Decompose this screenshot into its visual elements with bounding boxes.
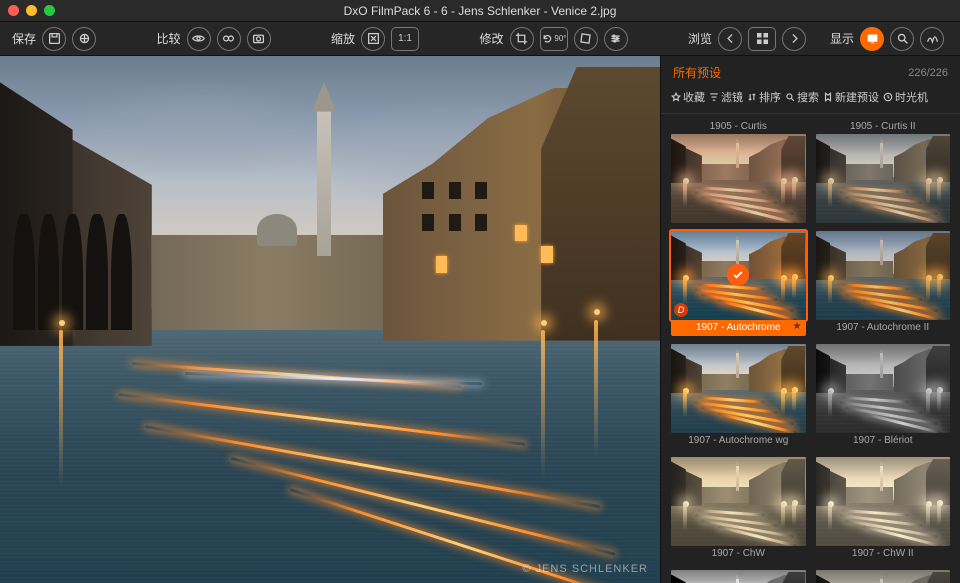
sidebar-title: 所有预设 <box>673 64 721 81</box>
compare-label: 比较 <box>157 30 181 47</box>
preset-item[interactable]: 1907 - ChW <box>671 457 806 562</box>
save-button[interactable] <box>42 27 66 51</box>
window-title: DxO FilmPack 6 - 6 - Jens Schlenker - Ve… <box>0 4 960 18</box>
toolbar: 保存 比较 缩放 1:1 修改 90° 浏览 显示 <box>0 22 960 56</box>
window-titlebar: DxO FilmPack 6 - 6 - Jens Schlenker - Ve… <box>0 0 960 22</box>
compare-snapshot-button[interactable] <box>247 27 271 51</box>
grid-view-button[interactable] <box>748 27 776 51</box>
compare-eye-button[interactable] <box>187 27 211 51</box>
filter-search[interactable]: 搜索 <box>785 89 819 105</box>
preset-label-bottom: 1907 - ChW II <box>816 546 951 562</box>
preset-filter-bar: 收藏 滤镜 排序 搜索 新建预设 时光机 <box>661 85 960 114</box>
preset-item[interactable]: 1905 - Curtis <box>671 120 806 223</box>
zoom-1to1-button[interactable]: 1:1 <box>391 27 419 51</box>
main-image: © JENS SCHLENKER <box>0 56 660 583</box>
adjust-button[interactable] <box>604 27 628 51</box>
preset-item[interactable]: 1907 - ChW II <box>816 457 951 562</box>
display-histogram-button[interactable] <box>920 27 944 51</box>
edit-label: 修改 <box>480 30 504 47</box>
preset-item[interactable]: 1907 - Blériot <box>816 344 951 449</box>
preset-label-bottom: 1907 - Autochrome II <box>816 320 951 336</box>
traffic-lights <box>8 5 55 16</box>
presets-sidebar: 所有预设 226/226 收藏 滤镜 排序 搜索 新建预设 <box>660 56 960 583</box>
image-viewer[interactable]: © JENS SCHLENKER <box>0 56 660 583</box>
favorite-star-icon[interactable]: ★ <box>793 319 802 335</box>
browse-label: 浏览 <box>688 30 712 47</box>
filter-new-preset[interactable]: 新建预设 <box>823 89 879 105</box>
preset-item[interactable]: 1907 - Autochrome wg <box>671 344 806 449</box>
display-loupe-button[interactable] <box>890 27 914 51</box>
filter-favorites[interactable]: 收藏 <box>671 89 705 105</box>
display-label: 显示 <box>830 30 854 47</box>
preset-item[interactable]: 1905 - Curtis II <box>816 120 951 223</box>
maximize-window-button[interactable] <box>44 5 55 16</box>
preset-label-bottom: 1907 - Blériot <box>816 433 951 449</box>
preset-item[interactable]: 1907 - Autochrome II <box>816 231 951 336</box>
display-presets-button[interactable] <box>860 27 884 51</box>
preset-thumbnail[interactable] <box>671 457 806 546</box>
filter-filter[interactable]: 滤镜 <box>709 89 743 105</box>
save-label: 保存 <box>12 30 36 47</box>
preset-thumbnail[interactable] <box>816 231 951 320</box>
compare-split-button[interactable] <box>217 27 241 51</box>
watermark: © JENS SCHLENKER <box>522 563 648 575</box>
preset-label-bottom: 1907 - Autochrome wg <box>671 433 806 449</box>
export-button[interactable] <box>72 27 96 51</box>
preset-thumbnail[interactable] <box>671 344 806 433</box>
rotate-button[interactable]: 90° <box>540 27 568 51</box>
preset-item[interactable]: D 1907 - Autochrome★ <box>671 231 806 336</box>
preset-thumbnail[interactable] <box>816 457 951 546</box>
zoom-fit-button[interactable] <box>361 27 385 51</box>
preset-label-top: 1905 - Curtis <box>671 120 806 134</box>
straighten-button[interactable] <box>574 27 598 51</box>
preset-thumbnail[interactable] <box>816 134 951 223</box>
preset-count: 226/226 <box>908 67 948 79</box>
preset-label-bottom: 1907 - ChW <box>671 546 806 562</box>
preset-thumbnail[interactable] <box>671 570 806 583</box>
presets-grid: 1905 - Curtis 1905 - Curtis II D 1907 - A… <box>661 114 960 583</box>
close-window-button[interactable] <box>8 5 19 16</box>
minimize-window-button[interactable] <box>26 5 37 16</box>
prev-image-button[interactable] <box>718 27 742 51</box>
preset-thumbnail[interactable]: D <box>671 231 806 320</box>
crop-button[interactable] <box>510 27 534 51</box>
filter-sort[interactable]: 排序 <box>747 89 781 105</box>
preset-item[interactable]: 1910 - FordT <box>671 570 806 583</box>
preset-thumbnail[interactable] <box>816 344 951 433</box>
preset-label-top: 1905 - Curtis II <box>816 120 951 134</box>
zoom-label: 缩放 <box>331 30 355 47</box>
preset-thumbnail[interactable] <box>816 570 951 583</box>
preset-label-bottom: 1907 - Autochrome★ <box>671 320 806 336</box>
preset-thumbnail[interactable] <box>671 134 806 223</box>
preset-item[interactable] <box>816 570 951 583</box>
filter-time-machine[interactable]: 时光机 <box>883 89 928 105</box>
next-image-button[interactable] <box>782 27 806 51</box>
preset-badge-icon: D <box>674 303 688 317</box>
